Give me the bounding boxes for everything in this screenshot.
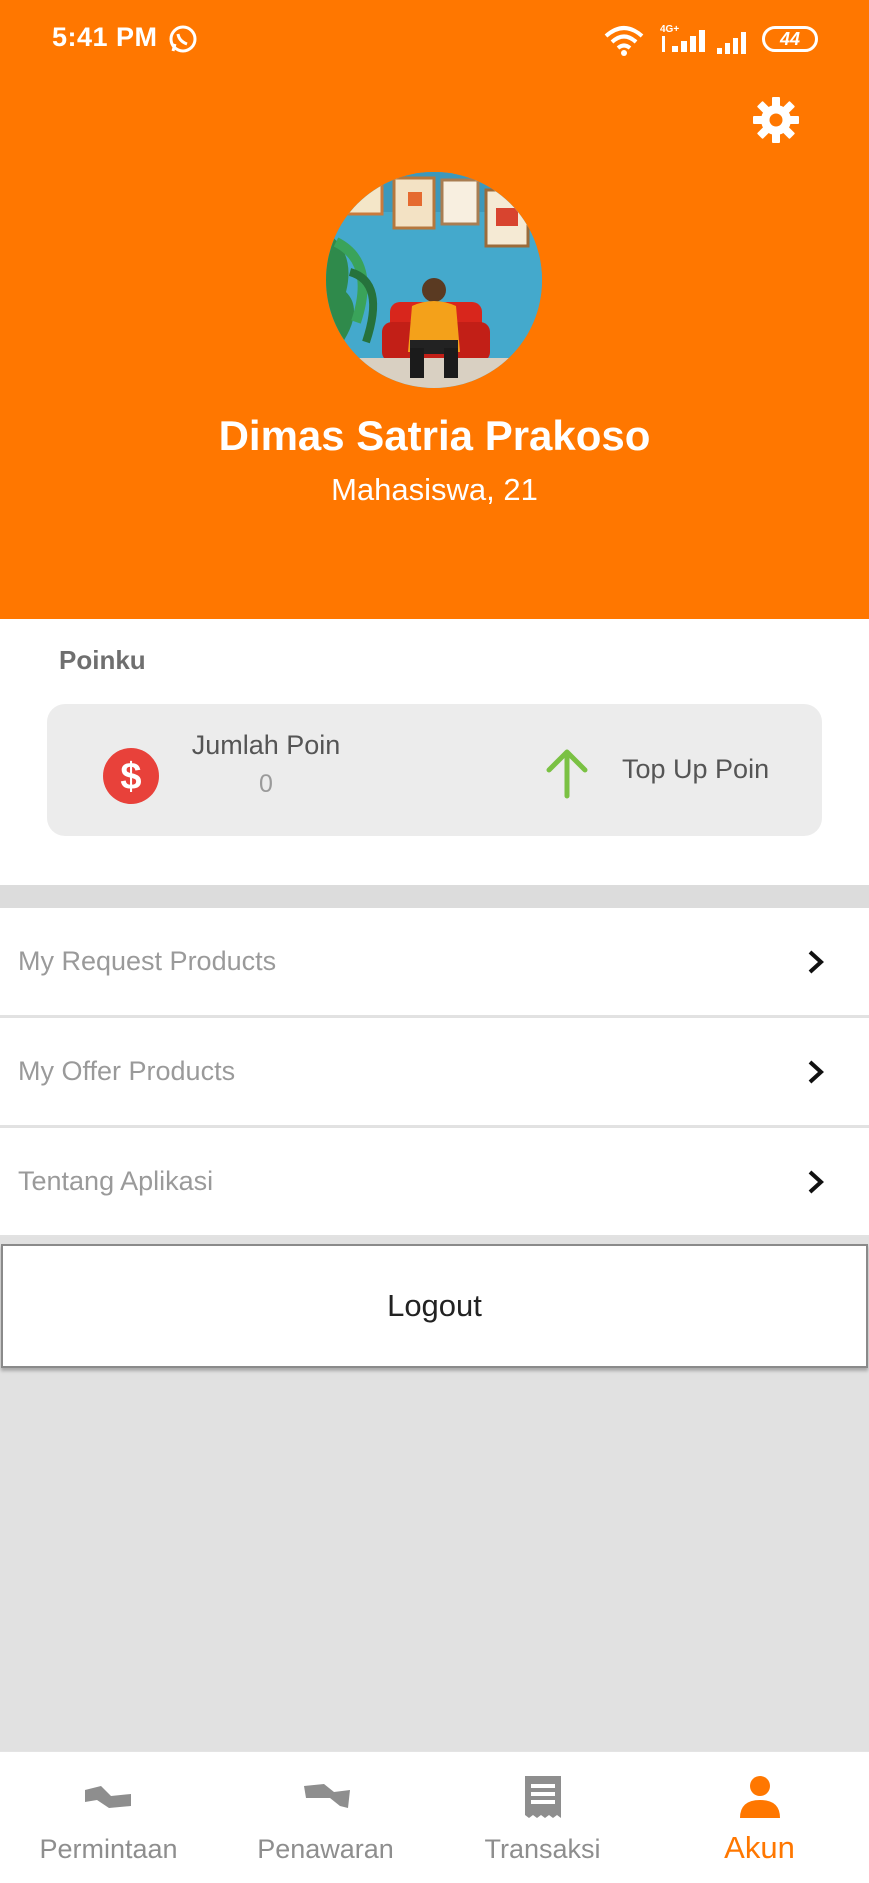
status-bar: 5:41 PM 4G+ 44 [0,0,869,80]
signal-icon-2 [717,32,746,54]
poin-title: Poinku [59,645,146,675]
avatar [326,172,542,388]
logout-button[interactable]: Logout [1,1244,868,1368]
offer-icon [304,1784,350,1808]
poin-card: $ Jumlah Poin 0 Top Up Poin [47,704,822,836]
whatsapp-icon [169,25,197,53]
nav-tab-transaksi[interactable]: Transaksi [434,1752,651,1883]
gear-icon[interactable] [752,96,800,144]
menu-item-offer-products[interactable]: My Offer Products [0,1018,869,1127]
nav-tab-penawaran[interactable]: Penawaran [217,1752,434,1883]
menu-item-label: My Request Products [18,946,277,976]
wifi-icon [604,26,644,56]
signal-icon: 4G+ [660,24,705,52]
chevron-right-icon [808,950,824,974]
nav-label: Penawaran [257,1834,394,1864]
section-divider [0,885,869,908]
menu-item-label: My Offer Products [18,1056,236,1086]
nav-label: Akun [724,1830,795,1865]
svg-text:$: $ [120,756,141,798]
profile-name: Dimas Satria Prakoso [218,412,651,459]
receipt-icon [525,1776,561,1818]
top-up-button[interactable]: Top Up Poin [487,740,787,800]
nav-label: Transaksi [484,1834,601,1864]
person-icon [740,1776,780,1818]
profile-header: 5:41 PM 4G+ 44 Dimas Satria Prakoso Maha… [0,0,869,619]
point-balance-label: Jumlah Poin [191,730,341,760]
status-time: 5:41 PM [52,22,158,52]
chevron-right-icon [808,1060,824,1084]
arrow-up-icon [546,749,588,799]
request-icon [85,1786,131,1808]
top-up-label: Top Up Poin [622,754,770,784]
chevron-right-icon [808,1170,824,1194]
menu-item-request-products[interactable]: My Request Products [0,908,869,1017]
svg-text:4G+: 4G+ [660,24,679,35]
nav-tab-permintaan[interactable]: Permintaan [0,1752,217,1883]
dollar-icon: $ [103,748,159,804]
bottom-navigation: Permintaan Penawaran Transaksi Akun [0,1751,869,1883]
nav-tab-akun[interactable]: Akun [651,1752,868,1883]
battery-icon: 44 [762,26,818,52]
point-balance-value: 0 [259,770,273,798]
poin-section: Poinku $ Jumlah Poin 0 Top Up Poin [0,619,869,885]
menu-item-about-app[interactable]: Tentang Aplikasi [0,1128,869,1237]
profile-subtitle: Mahasiswa, 21 [331,472,538,507]
nav-label: Permintaan [39,1834,178,1864]
menu-item-label: Tentang Aplikasi [18,1166,214,1196]
